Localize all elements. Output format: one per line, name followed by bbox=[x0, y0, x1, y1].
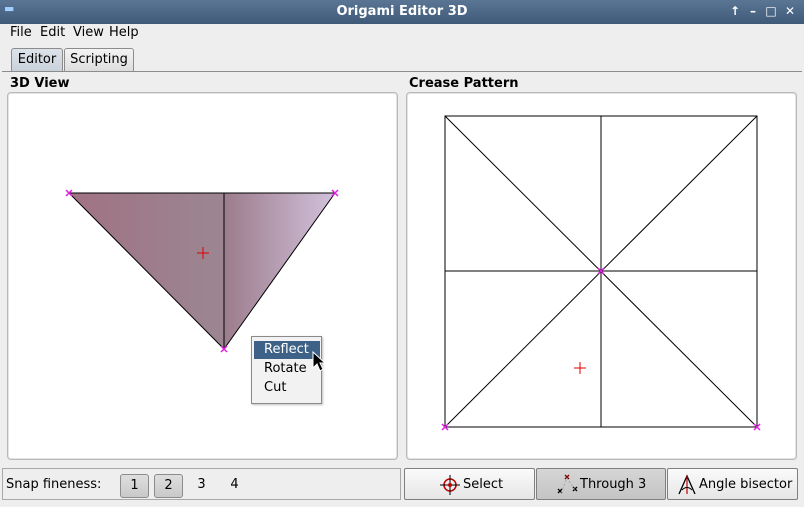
model-face-left[interactable] bbox=[67, 192, 225, 351]
snap-option-3[interactable]: 3 bbox=[187, 474, 216, 498]
bottom-toolbar: Snap fineness: 1 2 3 4 Select Through 3 … bbox=[0, 467, 804, 507]
context-menu: Reflect Rotate Cut bbox=[251, 336, 322, 404]
through-3-button[interactable]: Through 3 bbox=[536, 468, 666, 500]
drawing-layer bbox=[65, 115, 761, 431]
center-marker-crease bbox=[574, 362, 586, 374]
crosshair-icon bbox=[440, 475, 460, 495]
angle-bisector-button[interactable]: Angle bisector bbox=[667, 468, 798, 500]
snap-option-4[interactable]: 4 bbox=[220, 474, 249, 498]
select-button[interactable]: Select bbox=[404, 468, 535, 500]
select-label: Select bbox=[463, 477, 504, 492]
snap-option-2[interactable]: 2 bbox=[154, 474, 183, 498]
angle-bisector-icon bbox=[678, 474, 696, 495]
menu-item-cut[interactable]: Cut bbox=[254, 379, 320, 397]
menu-item-reflect[interactable]: Reflect bbox=[254, 341, 320, 359]
snap-fineness-label: Snap fineness: bbox=[6, 477, 102, 492]
origami-model-3d[interactable] bbox=[67, 192, 336, 351]
angle-bisector-label: Angle bisector bbox=[699, 477, 793, 492]
menu-item-rotate[interactable]: Rotate bbox=[254, 360, 320, 378]
through-3-label: Through 3 bbox=[580, 477, 647, 492]
snap-option-1[interactable]: 1 bbox=[120, 474, 149, 498]
snap-fineness-panel: Snap fineness: 1 2 3 4 bbox=[2, 468, 401, 500]
three-points-icon bbox=[557, 474, 578, 494]
model-face-right[interactable] bbox=[223, 192, 336, 351]
